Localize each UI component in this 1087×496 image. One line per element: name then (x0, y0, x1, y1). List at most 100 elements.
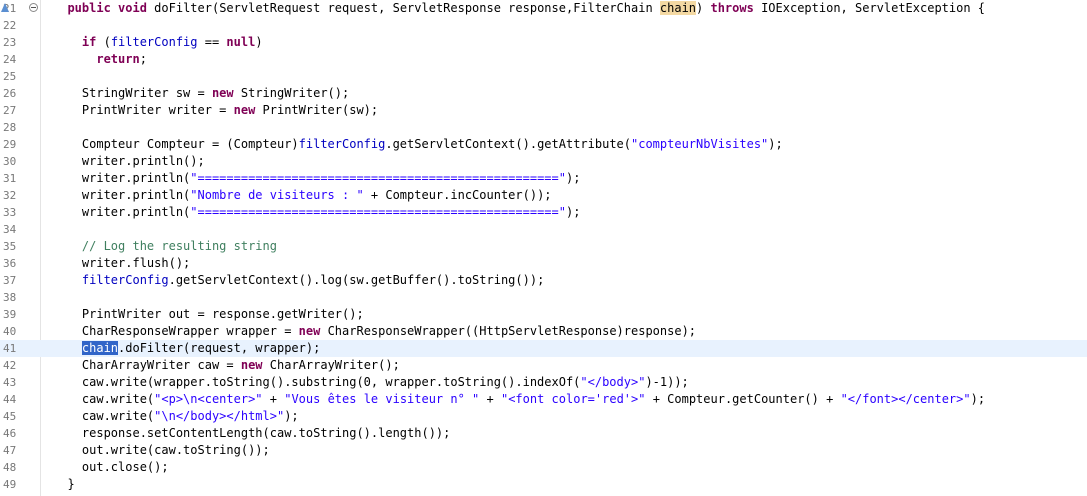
code-token: CharResponseWrapper((HttpServletResponse… (320, 324, 697, 338)
code-text: } (53, 476, 74, 493)
code-token: ) (696, 1, 711, 15)
code-line[interactable]: 37 filterConfig.getServletContext().log(… (0, 272, 1087, 289)
code-line[interactable]: 42 CharArrayWriter caw = new CharArrayWr… (0, 357, 1087, 374)
code-line[interactable]: 43 caw.write(wrapper.toString().substrin… (0, 374, 1087, 391)
code-line[interactable]: 36 writer.flush(); (0, 255, 1087, 272)
line-number: 39 (3, 308, 17, 321)
line-number: 47 (3, 444, 17, 457)
code-token: + (262, 392, 285, 406)
code-line[interactable]: 35 // Log the resulting string (0, 238, 1087, 255)
string-literal: "=======================================… (190, 205, 566, 219)
line-number: 26 (3, 87, 17, 100)
code-token: .getServletContext().getAttribute( (385, 137, 631, 151)
code-text: out.write(caw.toString()); (53, 442, 270, 459)
code-token: CharArrayWriter caw = (81, 358, 241, 372)
code-token: Compteur Compteur = (Compteur) (81, 137, 299, 151)
code-token: ); (970, 392, 986, 406)
code-line[interactable]: 44 caw.write("<p>\n<center>" + "Vous ête… (0, 391, 1087, 408)
code-line[interactable]: 30 writer.println(); (0, 153, 1087, 170)
code-line[interactable]: 45 caw.write("\n</body></html>"); (0, 408, 1087, 425)
code-line[interactable]: 29 Compteur Compteur = (Compteur)filterC… (0, 136, 1087, 153)
code-line[interactable]: 39 PrintWriter out = response.getWriter(… (0, 306, 1087, 323)
code-line[interactable]: 38 (0, 289, 1087, 306)
selected-text[interactable]: chain (81, 341, 119, 355)
occurrence-highlight: chain (659, 1, 697, 15)
code-token: + Compteur.incCounter()); (363, 188, 552, 202)
line-number: 33 (3, 206, 17, 219)
line-number: 35 (3, 240, 17, 253)
code-token: response.setContentLength(caw.toString()… (81, 426, 451, 440)
keyword-token: new (211, 86, 234, 100)
code-line[interactable]: 33 writer.println("=====================… (0, 204, 1087, 221)
code-token: out.close(); (81, 460, 169, 474)
code-line[interactable]: 22 (0, 17, 1087, 34)
code-editor[interactable]: 21 public void doFilter(ServletRequest r… (0, 0, 1087, 496)
code-token: + Compteur.getCounter() + (645, 392, 841, 406)
override-marker-icon[interactable] (1, 3, 9, 12)
code-token: == (197, 35, 227, 49)
code-token: writer.flush(); (81, 256, 191, 270)
field-reference: filterConfig (81, 273, 169, 287)
line-number: 40 (3, 325, 17, 338)
code-line[interactable]: 49 } (0, 476, 1087, 493)
code-token: + (479, 392, 501, 406)
code-text: writer.println(); (53, 153, 205, 170)
code-token: caw.write(wrapper.toString().substring(0… (81, 375, 581, 389)
string-literal: "=======================================… (190, 171, 566, 185)
line-number: 36 (3, 257, 17, 270)
code-token: StringWriter(); (233, 86, 350, 100)
line-number: 27 (3, 104, 17, 117)
string-literal: "Vous êtes le visiteur n° " (284, 392, 480, 406)
code-token: writer.println( (81, 171, 191, 185)
code-text: writer.println("Nombre de visiteurs : " … (53, 187, 552, 204)
code-token: PrintWriter out = response.getWriter(); (81, 307, 364, 321)
code-token: .doFilter(request, wrapper); (118, 341, 321, 355)
code-line[interactable]: 32 writer.println("Nombre de visiteurs :… (0, 187, 1087, 204)
keyword-token: public (67, 1, 111, 15)
code-line[interactable]: 23 if (filterConfig == null) (0, 34, 1087, 51)
string-literal: "compteurNbVisites" (631, 137, 769, 151)
code-line[interactable]: 47 out.write(caw.toString()); (0, 442, 1087, 459)
code-text: PrintWriter out = response.getWriter(); (53, 306, 364, 323)
code-text: public void doFilter(ServletRequest requ… (53, 0, 985, 17)
code-line[interactable]: 40 CharResponseWrapper wrapper = new Cha… (0, 323, 1087, 340)
code-token: StringWriter sw = (81, 86, 212, 100)
string-literal: "<p>\n<center>" (154, 392, 263, 406)
code-text: response.setContentLength(caw.toString()… (53, 425, 450, 442)
code-token: IOException, ServletException { (753, 1, 986, 15)
code-text: caw.write("<p>\n<center>" + "Vous êtes l… (53, 391, 985, 408)
line-number: 37 (3, 274, 17, 287)
code-line[interactable]: 34 (0, 221, 1087, 238)
keyword-token: new (298, 324, 321, 338)
code-text: // Log the resulting string (53, 238, 277, 255)
line-number: 45 (3, 410, 17, 423)
code-line[interactable]: 21 public void doFilter(ServletRequest r… (0, 0, 1087, 17)
code-token: ); (565, 171, 581, 185)
code-line[interactable]: 27 PrintWriter writer = new PrintWriter(… (0, 102, 1087, 119)
code-line[interactable]: 41 chain.doFilter(request, wrapper); (0, 340, 1087, 357)
code-line[interactable]: 24 return; (0, 51, 1087, 68)
code-line[interactable]: 26 StringWriter sw = new StringWriter(); (0, 85, 1087, 102)
code-token: CharResponseWrapper wrapper = (81, 324, 299, 338)
fold-collapse-icon[interactable] (29, 3, 38, 12)
code-text: caw.write("\n</body></html>"); (53, 408, 299, 425)
code-token: )-1)); (645, 375, 689, 389)
line-number: 30 (3, 155, 17, 168)
code-line[interactable]: 28 (0, 119, 1087, 136)
code-line[interactable]: 48 out.close(); (0, 459, 1087, 476)
line-number: 46 (3, 427, 17, 440)
code-line[interactable]: 31 writer.println("=====================… (0, 170, 1087, 187)
code-line[interactable]: 25 (0, 68, 1087, 85)
line-number: 42 (3, 359, 17, 372)
code-line[interactable]: 46 response.setContentLength(caw.toStrin… (0, 425, 1087, 442)
